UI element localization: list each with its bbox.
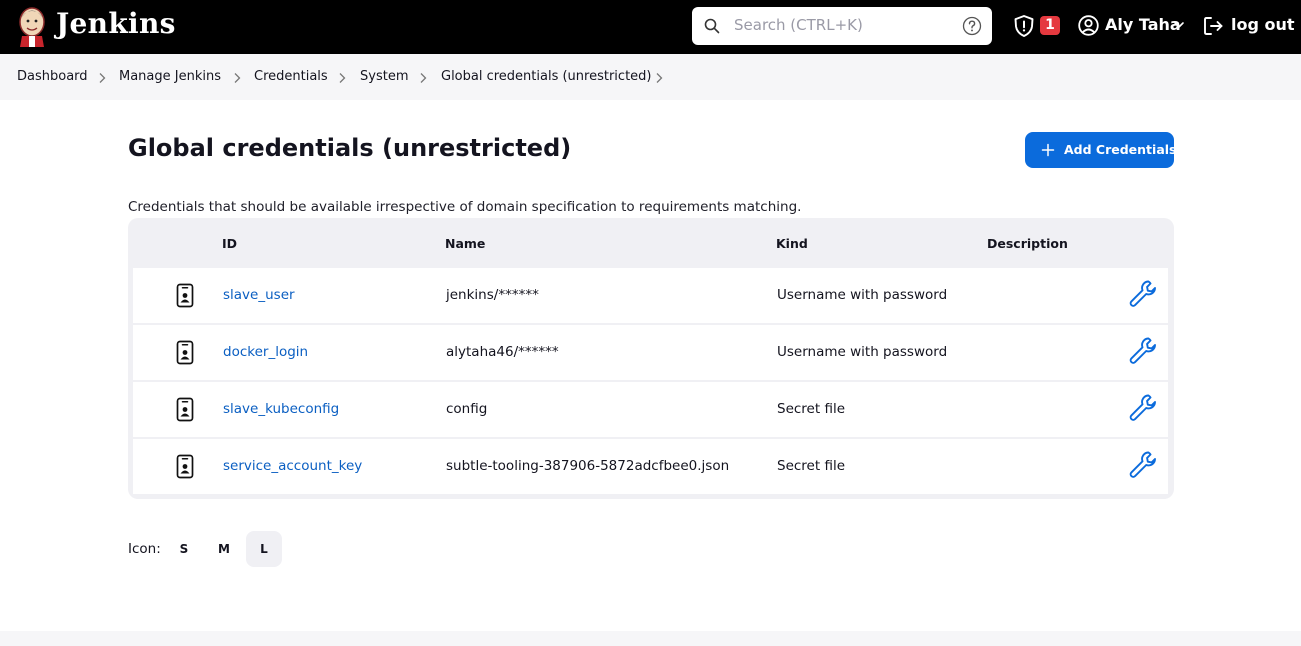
icon-size-small-button[interactable]: S <box>166 531 202 567</box>
chevron-right-icon[interactable] <box>98 72 106 84</box>
page-description: Credentials that should be available irr… <box>128 199 802 215</box>
help-icon[interactable] <box>962 16 982 36</box>
top-header: Jenkins Search (CTRL+K) 1 Aly Taha log o… <box>0 0 1301 54</box>
security-shield-icon[interactable] <box>1012 14 1036 38</box>
credential-kind: Username with password <box>777 287 948 303</box>
search-icon <box>704 18 720 34</box>
logout-icon[interactable] <box>1202 15 1224 37</box>
credential-name: jenkins/****** <box>446 287 539 303</box>
credential-id-link[interactable]: slave_user <box>223 287 295 303</box>
breadcrumb: Dashboard Manage Jenkins Credentials Sys… <box>0 54 1301 100</box>
user-avatar-icon[interactable] <box>1078 15 1099 36</box>
credential-name: alytaha46/****** <box>446 344 559 360</box>
credential-icon <box>176 340 194 365</box>
chevron-down-icon[interactable] <box>1173 20 1185 30</box>
breadcrumb-system[interactable]: System <box>360 69 408 84</box>
wrench-icon[interactable] <box>1127 335 1159 367</box>
credential-id-link[interactable]: slave_kubeconfig <box>223 401 339 417</box>
icon-size-label: Icon: <box>128 541 161 557</box>
page-footer <box>0 631 1301 646</box>
breadcrumb-credentials[interactable]: Credentials <box>254 69 328 84</box>
breadcrumb-dashboard[interactable]: Dashboard <box>17 69 88 84</box>
credential-id-link[interactable]: service_account_key <box>223 458 362 474</box>
table-row: docker_login alytaha46/****** Username w… <box>133 325 1168 380</box>
logout-link[interactable]: log out <box>1231 15 1295 34</box>
column-header-kind[interactable]: Kind <box>776 236 808 251</box>
add-credentials-label: Add Credentials <box>1064 142 1177 157</box>
breadcrumb-manage-jenkins[interactable]: Manage Jenkins <box>119 69 221 84</box>
chevron-right-icon[interactable] <box>233 72 241 84</box>
user-menu-name[interactable]: Aly Taha <box>1105 15 1181 34</box>
column-header-id[interactable]: ID <box>222 236 237 251</box>
credential-kind: Username with password <box>777 344 948 360</box>
column-header-description[interactable]: Description <box>987 236 1068 251</box>
credential-name: subtle-tooling-387906-5872adcfbee0.json <box>446 458 730 474</box>
credentials-table: ID Name Kind Description slave_user jenk… <box>128 218 1174 499</box>
wrench-icon[interactable] <box>1127 278 1159 310</box>
table-row: slave_user jenkins/****** Username with … <box>133 268 1168 323</box>
credential-id-link[interactable]: docker_login <box>223 344 308 360</box>
credential-kind: Secret file <box>777 458 846 474</box>
chevron-right-icon[interactable] <box>419 72 427 84</box>
page-title: Global credentials (unrestricted) <box>128 134 572 162</box>
plus-icon <box>1041 143 1055 157</box>
column-header-name[interactable]: Name <box>445 236 485 251</box>
chevron-right-icon[interactable] <box>655 72 663 84</box>
table-row: slave_kubeconfig config Secret file <box>133 382 1168 437</box>
table-row: service_account_key subtle-tooling-38790… <box>133 439 1168 494</box>
breadcrumb-global-credentials[interactable]: Global credentials (unrestricted) <box>441 69 652 84</box>
credential-icon <box>176 397 194 422</box>
credential-icon <box>176 454 194 479</box>
wrench-icon[interactable] <box>1127 392 1159 424</box>
search-box[interactable]: Search (CTRL+K) <box>692 7 992 45</box>
chevron-right-icon[interactable] <box>338 72 346 84</box>
icon-size-medium-button[interactable]: M <box>206 531 242 567</box>
credential-name: config <box>446 401 488 417</box>
credential-kind: Secret file <box>777 401 846 417</box>
add-credentials-button[interactable]: Add Credentials <box>1025 132 1177 168</box>
jenkins-logo-icon[interactable] <box>17 5 47 47</box>
search-placeholder[interactable]: Search (CTRL+K) <box>734 16 863 34</box>
brand-name[interactable]: Jenkins <box>56 7 176 40</box>
wrench-icon[interactable] <box>1127 449 1159 481</box>
icon-size-large-button[interactable]: L <box>246 531 282 567</box>
security-badge-count[interactable]: 1 <box>1040 16 1060 35</box>
credential-icon <box>176 283 194 308</box>
